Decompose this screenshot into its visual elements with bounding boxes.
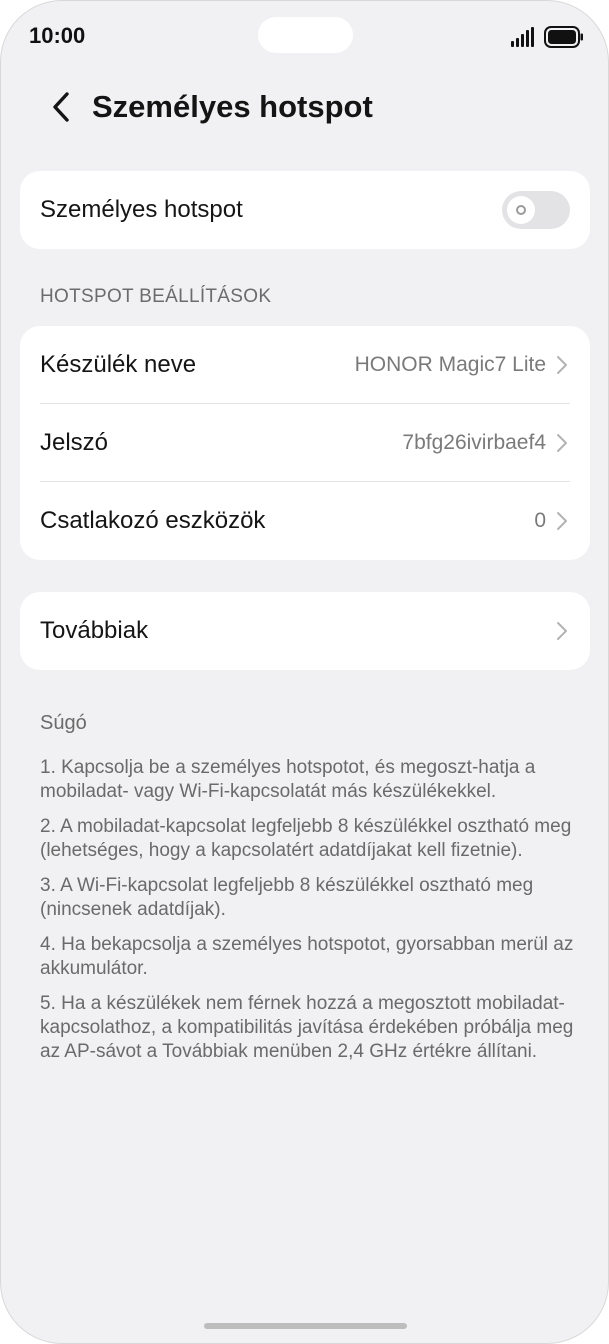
device-name-label: Készülék neve <box>40 351 197 378</box>
more-card: Továbbiak <box>20 592 590 670</box>
chevron-right-icon <box>556 510 570 532</box>
chevron-right-icon <box>556 354 570 376</box>
chevron-right-icon <box>556 620 570 642</box>
more-label: Továbbiak <box>40 617 149 644</box>
status-time: 10:00 <box>29 23 86 48</box>
battery-icon <box>544 26 583 48</box>
settings-row-device-name[interactable]: Készülék neve HONOR Magic7 Lite <box>20 326 590 404</box>
help-item: 3. A Wi-Fi-kapcsolat legfeljebb 8 készül… <box>40 875 534 920</box>
back-button[interactable] <box>41 87 81 127</box>
settings-row-password[interactable]: Jelszó 7bfg26ivirbaef4 <box>20 404 590 482</box>
help-item: 2. A mobiladat-kapcsolat legfeljebb 8 ké… <box>40 816 572 861</box>
help-title: Súgó <box>40 712 87 734</box>
home-indicator[interactable] <box>204 1323 407 1329</box>
device-name-value: HONOR Magic7 Lite <box>354 353 546 376</box>
chevron-right-icon <box>556 432 570 454</box>
help-item: 5. Ha a készülékek nem férnek hozzá a me… <box>40 993 574 1062</box>
signal-icon <box>511 27 534 47</box>
hotspot-toggle-row[interactable]: Személyes hotspot <box>20 171 590 249</box>
connected-devices-label: Csatlakozó eszközök <box>40 507 266 534</box>
settings-row-connected-devices[interactable]: Csatlakozó eszközök 0 <box>20 482 590 560</box>
connected-devices-value: 0 <box>534 509 546 532</box>
hotspot-switch[interactable] <box>502 191 570 229</box>
page-header: Személyes hotspot <box>1 73 608 145</box>
hotspot-toggle-card: Személyes hotspot <box>20 171 590 249</box>
help-item: 1. Kapcsolja be a személyes hotspotot, é… <box>40 757 536 802</box>
help-list: 1. Kapcsolja be a személyes hotspotot, é… <box>40 756 575 1075</box>
password-label: Jelszó <box>40 429 109 456</box>
phone-frame: 10:00 Személyes hotspot Személyes hotspo… <box>0 0 609 1344</box>
chevron-left-icon <box>53 92 69 122</box>
password-value: 7bfg26ivirbaef4 <box>402 431 546 454</box>
hotspot-settings-card: Készülék neve HONOR Magic7 Lite Jelszó 7… <box>20 326 590 560</box>
switch-off-indicator <box>516 205 526 215</box>
section-header: HOTSPOT BEÁLLÍTÁSOK <box>40 286 272 307</box>
page-title: Személyes hotspot <box>92 89 373 124</box>
more-row[interactable]: Továbbiak <box>20 592 590 670</box>
hotspot-toggle-label: Személyes hotspot <box>40 196 243 223</box>
help-item: 4. Ha bekapcsolja a személyes hotspotot,… <box>40 934 574 979</box>
camera-island <box>258 17 353 53</box>
status-bar: 10:00 <box>1 1 608 73</box>
switch-knob <box>507 196 535 224</box>
